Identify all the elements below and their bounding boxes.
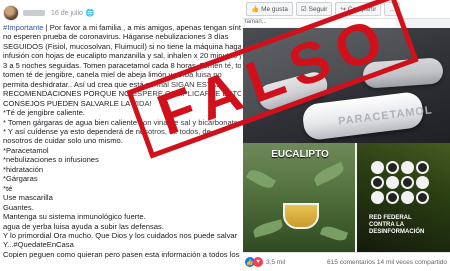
post-body-line: Guantes. bbox=[3, 203, 241, 212]
post-body-line: no esperen prueba de coronavirus. Hágans… bbox=[3, 32, 241, 41]
network-label-line: CONTRA LA bbox=[369, 222, 405, 228]
tea-cup bbox=[283, 203, 319, 229]
post-body: #Importante | Por favor a mi familia , a… bbox=[3, 23, 241, 259]
rss-icon: ☑ bbox=[300, 6, 307, 13]
post-body-line: Y lo primordial Ora mucho. Que Dios y lo… bbox=[3, 231, 241, 240]
post-body-text: *hidratación bbox=[3, 164, 44, 174]
author-name-redacted bbox=[23, 10, 45, 16]
post-body-text: agua de yerba luisa ayuda a subir las de… bbox=[3, 221, 164, 231]
post-body-text: no esperen prueba de coronavirus. Hágans… bbox=[3, 32, 229, 42]
eucalipto-photo[interactable]: EUCALIPTO bbox=[243, 143, 355, 252]
post-body-line: Mantenga su sistema inmunológico fuerte. bbox=[3, 212, 241, 221]
post-body-line: SEGUIDOS (Fisiol, mucosolvan, Fluimucil)… bbox=[3, 42, 241, 51]
red-federal-logo bbox=[371, 161, 431, 206]
comments-shares-count[interactable]: 615 comentarios 14 mil veces compartido bbox=[327, 259, 447, 266]
red-federal-caption: RED FEDERAL CONTRA LA DESINFORMACIÓN bbox=[369, 215, 449, 236]
network-label-line: RED FEDERAL bbox=[369, 215, 412, 221]
post-body-text: SEGUIDOS (Fisiol, mucosolvan, Fluimucil)… bbox=[3, 41, 241, 51]
leaf-shape bbox=[252, 219, 284, 238]
post-body-text: nosotros de cuidar solo uno mismo. bbox=[3, 136, 123, 146]
post-body-text: | Por favor a mi familia , a mis amigos,… bbox=[45, 23, 241, 32]
post-body-text: Mantenga su sistema inmunológico fuerte. bbox=[3, 212, 146, 222]
post-body-text: *nebulizaciones o infusiones bbox=[3, 155, 99, 165]
post-body-text: infusión con hojas de eucalipto manzanil… bbox=[3, 51, 241, 61]
author-avatar[interactable] bbox=[3, 5, 19, 21]
post-body-line: *hidratación bbox=[3, 165, 241, 174]
reaction-count[interactable]: 3,5 mil bbox=[266, 259, 285, 266]
post-body-line: *Paracetamol bbox=[3, 146, 241, 155]
post-body-line: infusión con hojas de eucalipto manzanil… bbox=[3, 51, 241, 60]
thumbs-up-icon: 👍 bbox=[251, 6, 260, 13]
follow-button[interactable]: ☑ Seguir bbox=[295, 2, 333, 16]
post-date[interactable]: 16 de julio bbox=[51, 10, 83, 17]
post-body-text: Use mascarilla bbox=[3, 193, 53, 203]
leaf-shape bbox=[245, 166, 277, 192]
eucalipto-caption: EUCALIPTO bbox=[271, 149, 329, 160]
hashtag-link[interactable]: #Importante bbox=[3, 23, 44, 32]
post-body-line: #Importante | Por favor a mi familia , a… bbox=[3, 23, 241, 32]
like-page-label: Me gusta bbox=[261, 5, 288, 13]
post-body-line: Y...#QuedateEnCasa bbox=[3, 240, 241, 249]
love-reaction-icon[interactable]: ♥ bbox=[253, 257, 263, 267]
post-body-line: *Gárgaras bbox=[3, 174, 241, 183]
follow-label: Seguir bbox=[308, 5, 328, 13]
network-label-line: DESINFORMACIÓN bbox=[369, 229, 425, 235]
post-body-line: *té bbox=[3, 184, 241, 193]
reactions-bar: 👍 ♥ 3,5 mil 615 comentarios 14 mil veces… bbox=[243, 252, 450, 271]
post-body-text: Y...#QuedateEnCasa bbox=[3, 240, 74, 250]
post-body-text: Y lo primordial Ora mucho. Que Dios y lo… bbox=[3, 230, 238, 240]
post-body-line: Use mascarilla bbox=[3, 193, 241, 202]
post-header: 16 de julio 🌐 bbox=[3, 4, 95, 22]
post-body-line: agua de yerba luisa ayuda a subir las de… bbox=[3, 222, 241, 231]
post-body-text: *Té de jengibre caliente. bbox=[3, 108, 85, 118]
globe-icon: 🌐 bbox=[85, 10, 95, 17]
post-body-text: Copien peguen como quieran pero pasen es… bbox=[3, 249, 241, 259]
post-body-text: *Paracetamol bbox=[3, 145, 49, 155]
like-page-button[interactable]: 👍 Me gusta bbox=[246, 2, 293, 16]
post-body-line: Copien peguen como quieran pero pasen es… bbox=[3, 250, 241, 259]
post-body-text: *Gárgaras bbox=[3, 174, 38, 184]
leaf-shape bbox=[311, 161, 347, 187]
post-body-line: *nebulizaciones o infusiones bbox=[3, 155, 241, 164]
post-body-text: *té bbox=[3, 183, 13, 193]
leaf-shape bbox=[319, 223, 349, 244]
red-federal-photo[interactable]: RED FEDERAL CONTRA LA DESINFORMACIÓN bbox=[357, 143, 450, 252]
post-body-text: Guantes. bbox=[3, 202, 34, 212]
